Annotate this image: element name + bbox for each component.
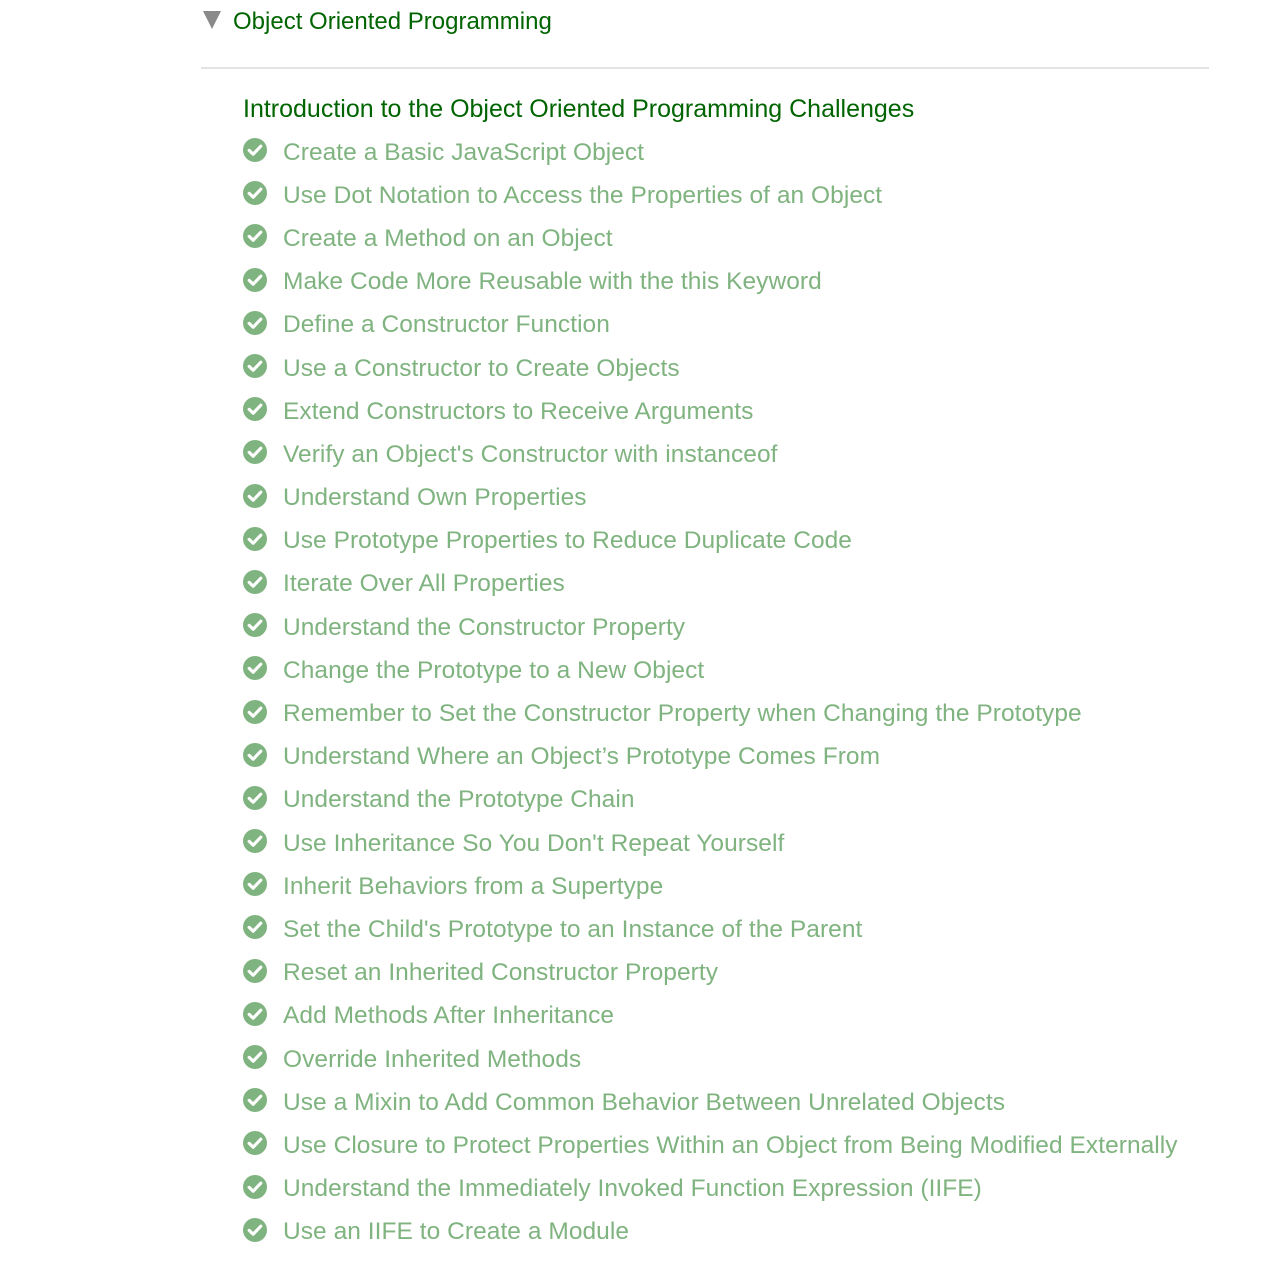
challenge-label: Understand the Constructor Property <box>283 613 686 641</box>
challenge-item[interactable]: Inherit Behaviors from a Supertype <box>243 865 1178 908</box>
challenge-label: Verify an Object's Constructor with inst… <box>283 440 778 468</box>
check-circle-icon <box>243 699 267 724</box>
challenge-label: Define a Constructor Function <box>283 311 610 339</box>
challenge-label: Create a Basic JavaScript Object <box>283 138 645 166</box>
check-circle-icon <box>243 613 267 638</box>
intro-challenges-link[interactable]: Introduction to the Object Oriented Prog… <box>243 90 914 128</box>
challenge-label: Remember to Set the Constructor Property… <box>283 700 1082 728</box>
challenge-label: Use Closure to Protect Properties Within… <box>283 1131 1178 1159</box>
challenge-item[interactable]: Add Methods After Inheritance <box>243 995 1178 1038</box>
challenge-item[interactable]: Iterate Over All Properties <box>243 563 1178 606</box>
challenge-label: Make Code More Reusable with the this Ke… <box>283 268 822 296</box>
check-circle-icon <box>243 224 267 249</box>
challenge-item[interactable]: Use a Mixin to Add Common Behavior Betwe… <box>243 1081 1178 1124</box>
challenge-label: Extend Constructors to Receive Arguments <box>283 397 754 425</box>
check-circle-icon <box>243 1001 267 1026</box>
check-circle-icon <box>243 181 267 206</box>
challenge-item[interactable]: Set the Child's Prototype to an Instance… <box>243 908 1178 951</box>
challenge-label: Use Prototype Properties to Reduce Dupli… <box>283 527 852 555</box>
check-circle-icon <box>243 1131 267 1156</box>
check-circle-icon <box>243 138 267 163</box>
check-circle-icon <box>243 1217 267 1242</box>
challenge-label: Use Inheritance So You Don't Repeat Your… <box>283 829 785 857</box>
challenge-item[interactable]: Override Inherited Methods <box>243 1038 1178 1081</box>
challenge-item[interactable]: Use Prototype Properties to Reduce Dupli… <box>243 520 1178 563</box>
challenge-item[interactable]: Use Dot Notation to Access the Propertie… <box>243 174 1178 217</box>
challenge-item[interactable]: Use an IIFE to Create a Module <box>243 1211 1178 1254</box>
challenge-item[interactable]: Make Code More Reusable with the this Ke… <box>243 261 1178 304</box>
check-circle-icon <box>243 310 267 335</box>
check-circle-icon <box>243 1088 267 1113</box>
challenge-label: Use a Mixin to Add Common Behavior Betwe… <box>283 1088 1006 1116</box>
challenge-label: Use an IIFE to Create a Module <box>283 1218 630 1246</box>
challenge-item[interactable]: Verify an Object's Constructor with inst… <box>243 433 1178 476</box>
challenge-list: Create a Basic JavaScript Object Use Dot … <box>243 131 1178 1254</box>
section-header-toggle[interactable]: Object Oriented Programming <box>201 4 552 40</box>
check-circle-icon <box>243 872 267 897</box>
check-circle-icon <box>243 656 267 681</box>
challenge-item[interactable]: Remember to Set the Constructor Property… <box>243 692 1178 735</box>
challenge-item[interactable]: Extend Constructors to Receive Arguments <box>243 390 1178 433</box>
challenge-item[interactable]: Use a Constructor to Create Objects <box>243 347 1178 390</box>
check-circle-icon <box>243 354 267 379</box>
check-circle-icon <box>243 1174 267 1199</box>
challenge-item[interactable]: Understand the Prototype Chain <box>243 779 1178 822</box>
check-circle-icon <box>243 267 267 292</box>
check-circle-icon <box>243 397 267 422</box>
challenge-item[interactable]: Understand Own Properties <box>243 477 1178 520</box>
challenge-item[interactable]: Create a Method on an Object <box>243 217 1178 260</box>
check-circle-icon <box>243 483 267 508</box>
challenge-item[interactable]: Change the Prototype to a New Object <box>243 649 1178 692</box>
challenge-item[interactable]: Understand Where an Object’s Prototype C… <box>243 736 1178 779</box>
challenge-label: Add Methods After Inheritance <box>283 1002 615 1030</box>
challenge-item[interactable]: Reset an Inherited Constructor Property <box>243 952 1178 995</box>
check-circle-icon <box>243 569 267 594</box>
section-title: Object Oriented Programming <box>233 8 552 35</box>
check-circle-icon <box>243 742 267 767</box>
check-circle-icon <box>243 958 267 983</box>
challenge-item[interactable]: Understand the Immediately Invoked Funct… <box>243 1168 1178 1211</box>
check-circle-icon <box>243 829 267 854</box>
challenge-label: Understand Own Properties <box>283 484 587 512</box>
challenge-label: Set the Child's Prototype to an Instance… <box>283 915 863 943</box>
check-circle-icon <box>243 785 267 810</box>
challenge-label: Override Inherited Methods <box>283 1045 582 1073</box>
challenge-label: Understand Where an Object’s Prototype C… <box>283 743 881 771</box>
challenge-item[interactable]: Understand the Constructor Property <box>243 606 1178 649</box>
challenge-label: Understand the Immediately Invoked Funct… <box>283 1175 982 1203</box>
challenge-item[interactable]: Define a Constructor Function <box>243 304 1178 347</box>
challenge-label: Iterate Over All Properties <box>283 570 565 598</box>
check-circle-icon <box>243 1045 267 1070</box>
challenge-item[interactable]: Create a Basic JavaScript Object <box>243 131 1178 174</box>
caret-down-icon <box>203 11 221 29</box>
challenge-item[interactable]: Use Closure to Protect Properties Within… <box>243 1124 1178 1167</box>
challenge-label: Use Dot Notation to Access the Propertie… <box>283 181 883 209</box>
challenge-label: Inherit Behaviors from a Supertype <box>283 872 664 900</box>
check-circle-icon <box>243 440 267 465</box>
challenge-label: Change the Prototype to a New Object <box>283 656 705 684</box>
challenge-item[interactable]: Use Inheritance So You Don't Repeat Your… <box>243 822 1178 865</box>
challenge-label: Reset an Inherited Constructor Property <box>283 959 718 987</box>
challenge-label: Create a Method on an Object <box>283 224 613 252</box>
check-circle-icon <box>243 526 267 551</box>
challenge-label: Understand the Prototype Chain <box>283 786 635 814</box>
challenge-label: Use a Constructor to Create Objects <box>283 354 680 382</box>
section-divider <box>201 67 1209 69</box>
check-circle-icon <box>243 915 267 940</box>
